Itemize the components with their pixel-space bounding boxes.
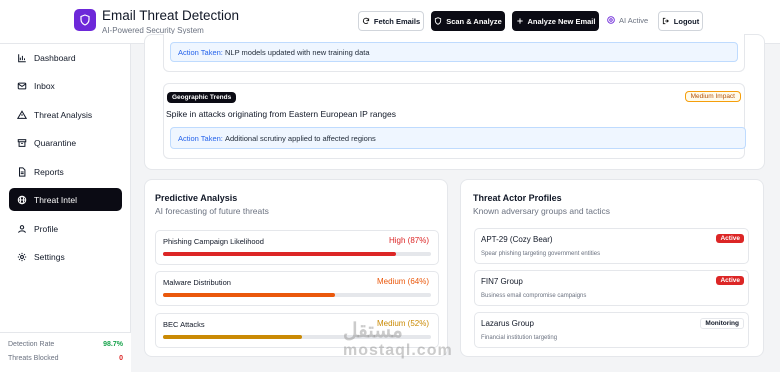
app-title: Email Threat Detection xyxy=(102,8,240,23)
sidebar-item-label: Quarantine xyxy=(34,137,77,148)
globe-icon xyxy=(17,195,27,204)
actor-description: Business email compromise campaigns xyxy=(481,293,587,299)
prediction-label: BEC Attacks xyxy=(163,320,205,329)
prediction-bar xyxy=(163,252,397,256)
sidebar-item-label: Settings xyxy=(34,251,65,262)
detection-rate-label: Detection Rate xyxy=(8,341,55,348)
actor-name: Lazarus Group xyxy=(481,319,534,328)
logout-button[interactable]: Logout xyxy=(658,11,703,31)
insight-item: Geographic Trends Medium Impact Spike in… xyxy=(163,83,746,159)
app-logo xyxy=(74,9,96,31)
sidebar: Dashboard Inbox Threat Analysis Quaranti… xyxy=(0,44,131,372)
prediction-track xyxy=(163,293,431,297)
user-icon xyxy=(18,224,26,233)
fetch-emails-label: Fetch Emails xyxy=(373,16,421,26)
threats-blocked-value: 0 xyxy=(119,355,123,362)
logout-label: Logout xyxy=(673,16,700,26)
predictive-subtitle: AI forecasting of future threats xyxy=(155,206,269,216)
actor-card[interactable]: Lazarus Group Financial institution targ… xyxy=(474,312,749,348)
ai-status: AI Active xyxy=(606,15,648,25)
actors-subtitle: Known adversary groups and tactics xyxy=(473,206,611,216)
impact-badge: Medium Impact xyxy=(684,91,741,102)
ai-status-label: AI Active xyxy=(619,15,649,25)
prediction-row: Malware Distribution Medium (64%) xyxy=(155,271,439,306)
action-taken-text: NLP models updated with new training dat… xyxy=(224,47,370,57)
insight-description: Spike in attacks originating from Easter… xyxy=(166,109,396,119)
actor-description: Financial institution targeting xyxy=(481,335,558,341)
insight-item: Action Taken: NLP models updated with ne… xyxy=(163,34,745,72)
watermark-logo: مستقل xyxy=(343,320,403,342)
gear-icon xyxy=(17,252,27,261)
action-taken-label: Action Taken: xyxy=(178,133,223,143)
sidebar-item-threat-analysis[interactable]: Threat Analysis xyxy=(9,103,122,126)
sidebar-stats: Detection Rate 98.7% Threats Blocked 0 xyxy=(0,332,131,372)
detection-rate-stat: Detection Rate 98.7% xyxy=(8,341,123,348)
action-taken-text: Additional scrutiny applied to affected … xyxy=(224,133,376,143)
threats-blocked-stat: Threats Blocked 0 xyxy=(8,355,123,362)
prediction-label: Phishing Campaign Likelihood xyxy=(163,237,264,246)
actor-description: Spear phishing targeting government enti… xyxy=(481,251,601,257)
sidebar-item-profile[interactable]: Profile xyxy=(9,217,122,240)
status-badge: Active xyxy=(716,234,744,243)
prediction-level: Medium (64%) xyxy=(376,277,429,286)
detection-rate-value: 98.7% xyxy=(103,341,123,348)
status-badge: Active xyxy=(716,276,744,285)
sidebar-item-threat-intel[interactable]: Threat Intel xyxy=(9,188,122,211)
prediction-level: High (87%) xyxy=(388,236,429,245)
action-taken-box: Action Taken: NLP models updated with ne… xyxy=(170,42,738,62)
prediction-bar xyxy=(163,293,335,297)
actor-name: FIN7 Group xyxy=(481,277,523,286)
action-taken-label: Action Taken: xyxy=(178,47,223,57)
prediction-track xyxy=(163,252,431,256)
status-badge: Monitoring xyxy=(700,318,744,329)
sidebar-item-label: Inbox xyxy=(34,80,55,91)
analyze-new-email-button[interactable]: Analyze New Email xyxy=(512,11,599,31)
actor-card[interactable]: APT-29 (Cozy Bear) Spear phishing target… xyxy=(474,228,749,264)
refresh-icon xyxy=(362,17,369,24)
actor-name: APT-29 (Cozy Bear) xyxy=(481,235,553,244)
shield-icon xyxy=(435,17,442,25)
actor-card[interactable]: FIN7 Group Business email compromise cam… xyxy=(474,270,749,306)
sidebar-item-quarantine[interactable]: Quarantine xyxy=(9,131,122,154)
mail-icon xyxy=(17,82,27,89)
archive-icon xyxy=(17,138,27,147)
scan-analyze-label: Scan & Analyze xyxy=(446,16,502,26)
shield-icon xyxy=(80,14,90,26)
prediction-row: Phishing Campaign Likelihood High (87%) xyxy=(155,230,439,265)
sidebar-item-label: Profile xyxy=(34,223,59,234)
sidebar-item-label: Threat Analysis xyxy=(34,109,93,120)
insight-category-tag: Geographic Trends xyxy=(167,92,237,103)
watermark-url: mostaql.com xyxy=(343,342,453,359)
sidebar-item-inbox[interactable]: Inbox xyxy=(9,74,122,97)
actors-title: Threat Actor Profiles xyxy=(473,193,562,203)
sidebar-item-label: Reports xyxy=(34,166,64,177)
predictive-title: Predictive Analysis xyxy=(155,193,238,203)
logout-icon xyxy=(662,17,669,25)
scan-analyze-button[interactable]: Scan & Analyze xyxy=(431,11,505,31)
sidebar-item-label: Dashboard xyxy=(34,52,76,63)
prediction-bar xyxy=(163,335,303,339)
fetch-emails-button[interactable]: Fetch Emails xyxy=(358,11,424,31)
brain-icon xyxy=(607,16,615,24)
sidebar-item-label: Threat Intel xyxy=(34,194,77,205)
action-taken-box: Action Taken: Additional scrutiny applie… xyxy=(170,127,746,149)
sidebar-item-settings[interactable]: Settings xyxy=(9,245,122,268)
bar-chart-icon xyxy=(18,53,26,62)
sidebar-item-reports[interactable]: Reports xyxy=(9,160,122,183)
analyze-new-email-label: Analyze New Email xyxy=(527,16,596,26)
warning-icon xyxy=(17,109,27,119)
prediction-label: Malware Distribution xyxy=(163,278,231,287)
threats-blocked-label: Threats Blocked xyxy=(8,355,59,362)
document-icon xyxy=(19,166,26,177)
plus-icon xyxy=(516,18,523,24)
sidebar-item-dashboard[interactable]: Dashboard xyxy=(9,46,122,69)
